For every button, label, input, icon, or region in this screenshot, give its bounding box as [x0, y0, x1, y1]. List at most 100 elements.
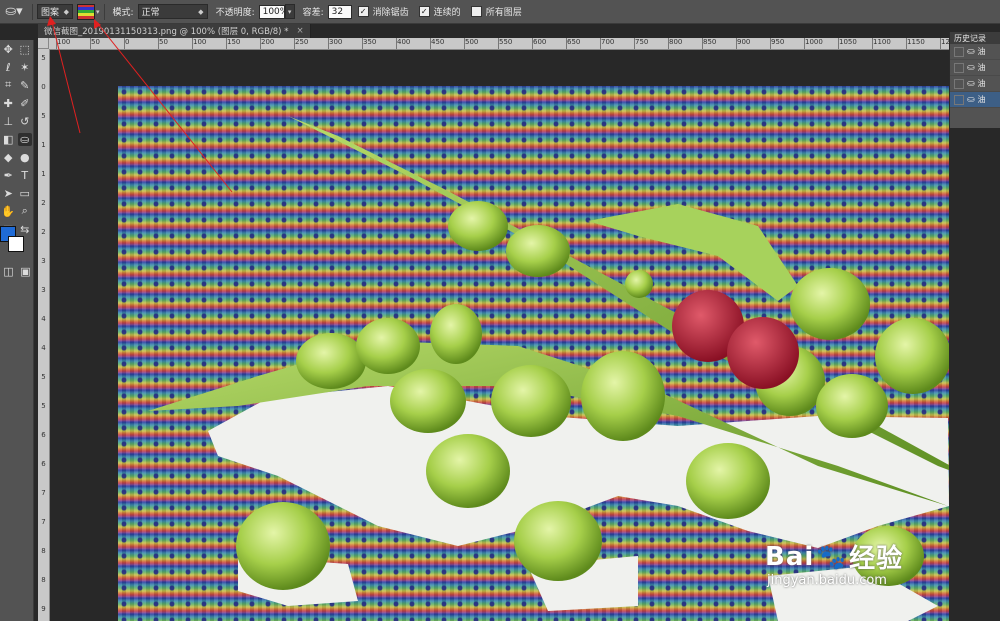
history-panel: 历史记录 ⛀ 油 ⛀ 油 ⛀ 油 ⛀ 油 — [949, 32, 1000, 128]
ruler-tick-label: 1 — [41, 170, 46, 178]
type-tool-icon[interactable]: T — [18, 169, 32, 182]
history-source-checkbox[interactable] — [954, 46, 964, 57]
options-bar: ⛀▾ 图案 ◆ ▾ 模式: 正常 ◆ 不透明度: 100% ▾ 容差: 32 ✓ 消… — [0, 0, 1000, 24]
paint-bucket-icon: ⛀ — [967, 62, 975, 73]
ruler-tick-label: 6 — [41, 431, 46, 439]
history-brush-icon[interactable]: ↺ — [18, 115, 32, 128]
history-item[interactable]: ⛀ 油 — [950, 76, 1000, 92]
ruler-tick-label: 5 — [41, 112, 46, 120]
ruler-tick-label: 2 — [41, 228, 46, 236]
ruler-tick-label: 750 — [633, 38, 649, 49]
close-icon[interactable]: × — [296, 26, 303, 36]
paint-bucket-icon: ⛀ — [967, 78, 975, 89]
fill-source-dropdown[interactable]: 图案 ◆ — [37, 4, 73, 19]
background-color-swatch[interactable] — [8, 236, 24, 252]
ruler-origin[interactable] — [38, 38, 49, 49]
ruler-tick-label: 5 — [41, 373, 46, 381]
ruler-tick-label: 5 — [41, 402, 46, 410]
zoom-tool-icon[interactable]: ⌕ — [18, 204, 32, 218]
clone-stamp-icon[interactable]: ⊥ — [1, 115, 15, 128]
ruler-tick-label: 7 — [41, 489, 46, 497]
document-tab[interactable]: 微信截图_20190131150313.png @ 100% (图层 0, RG… — [38, 24, 311, 38]
history-source-checkbox[interactable] — [954, 78, 964, 89]
chevron-down-icon[interactable]: ▾ — [96, 8, 100, 16]
ruler-tick-label: 550 — [497, 38, 513, 49]
move-tool-icon[interactable]: ✥ — [1, 43, 15, 56]
ruler-tick-label: 150 — [225, 38, 241, 49]
marquee-tool-icon[interactable]: ⬚ — [18, 43, 32, 56]
ruler-tick-label: 300 — [327, 38, 343, 49]
screen-mode-icon[interactable]: ▣ — [19, 265, 33, 278]
hand-tool-icon[interactable]: ✋ — [1, 205, 15, 218]
history-item-label: 油 — [977, 47, 986, 56]
history-item[interactable]: ⛀ 油 — [950, 44, 1000, 60]
divider — [103, 3, 105, 20]
watermark-brand-left: Bai — [765, 541, 815, 572]
chevron-down-icon: ▾ — [287, 7, 292, 16]
magic-wand-icon[interactable]: ✶ — [18, 61, 32, 74]
eyedropper-icon[interactable]: ✎ — [18, 79, 32, 92]
ruler-tick-label: 50 — [90, 38, 100, 49]
history-item[interactable]: ⛀ 油 — [950, 60, 1000, 76]
watermark-url: jingyan.baidu.com — [767, 573, 887, 588]
dodge-tool-icon[interactable]: ● — [18, 151, 32, 164]
history-source-checkbox[interactable] — [954, 94, 964, 105]
history-item-label: 油 — [977, 95, 986, 104]
ruler-tick-label: 1150 — [906, 38, 925, 49]
path-select-icon[interactable]: ➤ — [1, 187, 15, 200]
horizontal-ruler[interactable]: 100 50 0 50 100 150 200 250 300 350 400 450 500 550 60… — [49, 38, 949, 50]
swap-colors-icon[interactable]: ⇆ — [18, 223, 32, 236]
ruler-tick-label: 1050 — [838, 38, 857, 49]
blur-tool-icon[interactable]: ◆ — [1, 151, 15, 164]
ruler-tick-label: 1200 — [940, 38, 949, 49]
opacity-input[interactable]: 100% — [258, 4, 288, 19]
ruler-tick-label: 9 — [41, 605, 46, 613]
tolerance-label: 容差: — [302, 8, 324, 18]
history-item-selected[interactable]: ⛀ 油 — [950, 92, 1000, 108]
ruler-tick-label: 350 — [361, 38, 377, 49]
watermark-brand-right: 经验 — [849, 544, 904, 574]
ruler-tick-label: 1000 — [804, 38, 823, 49]
ruler-tick-label: 0 — [41, 83, 46, 91]
ruler-tick-label: 250 — [293, 38, 309, 49]
fill-source-value: 图案 — [41, 8, 60, 18]
ruler-tick-label: 900 — [735, 38, 751, 49]
ruler-tick-label: 7 — [41, 518, 46, 526]
antialias-checkbox[interactable]: ✓ — [357, 6, 369, 17]
all-layers-checkbox[interactable] — [470, 6, 482, 17]
tolerance-input[interactable]: 32 — [327, 4, 352, 19]
crop-tool-icon[interactable]: ⌗ — [1, 78, 15, 92]
paint-bucket-tool-icon[interactable]: ⛀ — [17, 132, 32, 146]
paint-bucket-icon[interactable]: ⛀▾ — [0, 0, 28, 24]
ruler-tick-label: 2 — [41, 199, 46, 207]
canvas-area[interactable] — [50, 50, 949, 621]
history-tab[interactable]: 历史记录 — [950, 32, 1000, 44]
brush-tool-icon[interactable]: ✐ — [18, 97, 32, 110]
ruler-tick-label: 4 — [41, 315, 46, 323]
vertical-ruler[interactable]: 5 0 5 1 1 2 2 3 3 4 4 5 5 6 6 7 7 8 8 9 — [38, 49, 50, 621]
history-source-checkbox[interactable] — [954, 62, 964, 73]
lasso-tool-icon[interactable]: ℓ — [1, 61, 15, 74]
opacity-label: 不透明度: — [215, 8, 255, 18]
eraser-icon[interactable]: ◧ — [1, 133, 15, 146]
contiguous-checkbox[interactable]: ✓ — [418, 6, 430, 17]
ruler-tick-label: 6 — [41, 460, 46, 468]
mode-dropdown[interactable]: 正常 ◆ — [137, 4, 208, 19]
pen-tool-icon[interactable]: ✒ — [1, 169, 15, 182]
baidu-jingyan-watermark: Bai 🐾 经验 jingyan.baidu.com — [765, 538, 904, 589]
chevron-down-icon: ◆ — [198, 7, 204, 16]
mode-label: 模式: — [112, 8, 134, 18]
chevron-down-icon: ◆ — [63, 7, 69, 16]
ruler-tick-label: 0 — [123, 38, 130, 49]
ruler-tick-label: 200 — [259, 38, 275, 49]
healing-brush-icon[interactable]: ✚ — [1, 97, 15, 110]
divider — [32, 3, 33, 20]
opacity-slider-toggle[interactable]: ▾ — [284, 4, 295, 19]
quick-mask-icon[interactable]: ◫ — [2, 265, 16, 278]
shape-tool-icon[interactable]: ▭ — [18, 187, 32, 200]
ruler-tick-label: 100 — [55, 38, 71, 49]
paw-icon: 🐾 — [816, 542, 848, 571]
pattern-swatch[interactable] — [77, 3, 95, 20]
pattern-picker[interactable]: ▾ — [77, 3, 100, 20]
ruler-tick-label: 450 — [429, 38, 445, 49]
